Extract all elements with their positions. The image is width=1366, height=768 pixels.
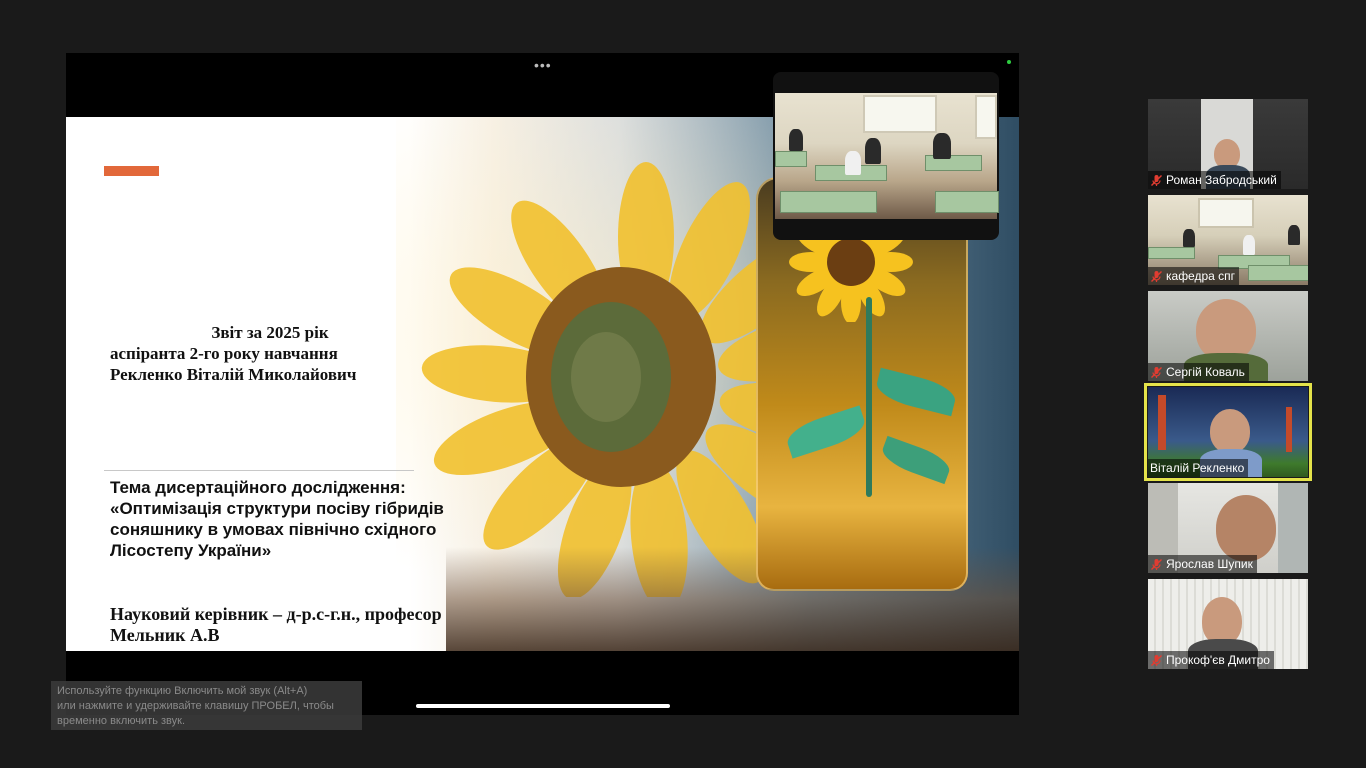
participant-tile-active-speaker[interactable]: Віталій Рекленко — [1144, 383, 1312, 481]
participant-tile[interactable]: Ярослав Шупик — [1148, 483, 1308, 573]
slide-divider — [104, 470, 414, 471]
classroom-desk — [935, 191, 999, 213]
classroom-person — [865, 138, 881, 164]
topic-line: Лісостепу України» — [110, 541, 272, 560]
classroom-window — [975, 95, 997, 139]
supervisor-line: Науковий керівник – д-р.с-г.н., професор — [110, 604, 442, 624]
classroom-window — [863, 95, 937, 133]
hint-line: Используйте функцию Включить мой звук (A… — [57, 685, 308, 697]
more-options-icon[interactable]: ••• — [534, 57, 552, 73]
mic-muted-icon — [1150, 366, 1163, 379]
background-tower — [1158, 395, 1166, 450]
supervisor-line: Мельник А.В — [110, 625, 220, 645]
mic-muted-icon — [1150, 270, 1163, 283]
classroom-video — [775, 93, 999, 219]
participant-label: Ярослав Шупик — [1148, 555, 1257, 573]
classroom-person — [1288, 225, 1300, 245]
participant-face — [1196, 299, 1256, 361]
participant-face — [1210, 409, 1250, 453]
participant-tile[interactable]: Прокоф'єв Дмитро — [1148, 579, 1308, 669]
classroom-desk — [1248, 265, 1308, 281]
background-wall — [1278, 483, 1308, 573]
classroom-window — [1198, 198, 1254, 228]
participant-label: Роман Забродський — [1148, 171, 1281, 189]
hint-line: или нажмите и удерживайте клавишу ПРОБЕЛ… — [57, 700, 334, 712]
slide-title: Звіт за 2025 рік аспіранта 2-го року нав… — [110, 322, 440, 385]
classroom-person — [933, 133, 951, 159]
participant-face — [1202, 597, 1242, 645]
topic-line: «Оптимізація структури посіву гібридів — [110, 499, 444, 518]
classroom-desk — [780, 191, 877, 213]
classroom-desk — [1148, 247, 1195, 259]
recording-indicator-icon — [1007, 60, 1011, 64]
participant-name: Віталій Рекленко — [1150, 461, 1245, 475]
participant-label: Віталій Рекленко — [1148, 459, 1249, 477]
slide-topic: Тема дисертаційного дослідження: «Оптимі… — [110, 477, 510, 561]
classroom-desk — [775, 151, 807, 167]
participant-name: Прокоф'єв Дмитро — [1166, 653, 1270, 667]
unmute-hint-tooltip: Используйте функцию Включить мой звук (A… — [51, 681, 362, 730]
mic-muted-icon — [1150, 654, 1163, 667]
jar-stem-illustration — [866, 297, 872, 497]
topic-line: соняшнику в умовах північно східного — [110, 520, 437, 539]
participant-name: Сергій Коваль — [1166, 365, 1245, 379]
participant-tile[interactable]: кафедра спг — [1148, 195, 1308, 285]
slide-accent-bar — [104, 166, 159, 176]
slide-title-line: аспіранта 2-го року навчання — [110, 344, 338, 363]
home-indicator-bar — [416, 704, 670, 708]
classroom-person — [789, 129, 803, 151]
classroom-person — [1243, 235, 1255, 255]
topic-heading: Тема дисертаційного дослідження: — [110, 478, 406, 497]
participant-label: кафедра спг — [1148, 267, 1240, 285]
slide-author-name: Рекленко Віталій Миколайович — [110, 365, 357, 384]
floating-video-thumbnail[interactable] — [773, 72, 999, 240]
participant-label: Сергій Коваль — [1148, 363, 1249, 381]
participant-tile[interactable]: Роман Забродський — [1148, 99, 1308, 189]
slide-supervisor: Науковий керівник – д-р.с-г.н., професор… — [110, 604, 530, 646]
background-tower — [1286, 407, 1292, 452]
participant-name: Роман Забродський — [1166, 173, 1277, 187]
participant-label: Прокоф'єв Дмитро — [1148, 651, 1274, 669]
participant-name: Ярослав Шупик — [1166, 557, 1253, 571]
hint-line: временно включить звук. — [57, 715, 186, 727]
mic-muted-icon — [1150, 174, 1163, 187]
participant-tile[interactable]: Сергій Коваль — [1148, 291, 1308, 381]
classroom-person — [1183, 229, 1195, 247]
participant-name: кафедра спг — [1166, 269, 1236, 283]
classroom-person — [845, 151, 861, 175]
mic-muted-icon — [1150, 558, 1163, 571]
slide-title-line: Звіт за 2025 рік — [211, 323, 329, 342]
shared-screen: ••• Звіт за 2025 рік аспіранта 2-го року… — [66, 53, 1019, 715]
participant-face — [1216, 495, 1276, 561]
